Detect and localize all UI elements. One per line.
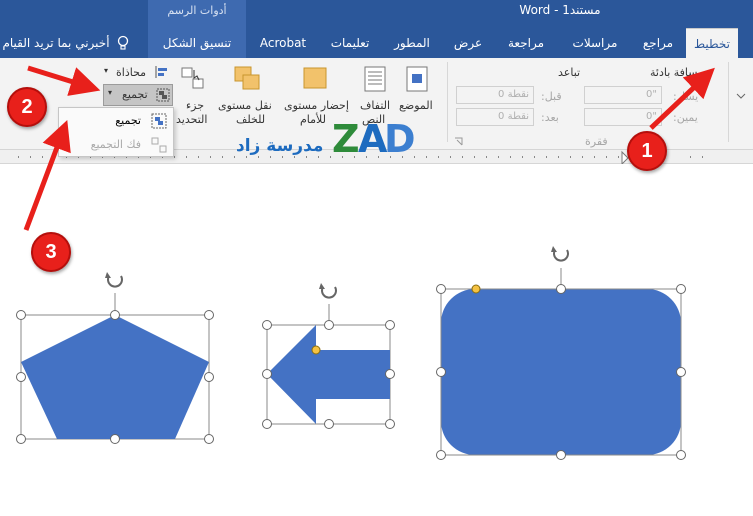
selection-pane-icon — [181, 67, 204, 89]
position-icon — [406, 66, 428, 92]
menu-item-ungroup-label: فك التجميع — [90, 138, 141, 151]
tab-mailings[interactable]: مراسلات — [563, 28, 627, 58]
callout-badge-2: 2 — [7, 87, 47, 127]
document-title: مستند1 - Word — [519, 3, 601, 17]
dialog-launcher-icon[interactable] — [454, 137, 463, 146]
menu-item-ungroup[interactable]: فك التجميع — [59, 134, 173, 156]
tab-view[interactable]: عرض — [450, 28, 486, 58]
svg-text:D: D — [384, 117, 414, 158]
bring-forward-line2: للأمام — [300, 113, 326, 126]
ungroup-icon — [151, 137, 167, 153]
title-bar — [0, 0, 753, 28]
bring-forward-button[interactable]: إحضار مستوى — [284, 99, 349, 112]
menu-item-group-label: تجميع — [115, 114, 141, 127]
svg-text:Z: Z — [332, 117, 360, 158]
paragraph-group-label: فقرة — [585, 135, 608, 148]
group-dropdown-arrow: ▾ — [108, 88, 113, 97]
ribbon-scroll-icon[interactable] — [735, 92, 747, 102]
tab-developer[interactable]: المطور — [386, 28, 438, 58]
send-backward-line2: للخلف — [236, 113, 266, 126]
wrap-text-button[interactable]: التفاف — [360, 99, 390, 112]
indent-right-label: يمين: — [673, 111, 698, 124]
contextual-group-label: أدوات الرسم — [167, 4, 227, 17]
arrow-adjust-handle[interactable] — [311, 345, 321, 355]
tab-references[interactable]: مراجع — [637, 28, 679, 58]
group-button[interactable]: تجميع ▾ — [103, 84, 173, 106]
lightbulb-icon — [117, 35, 129, 50]
spacing-after-label: بعد: — [541, 111, 559, 124]
callout-badge-3: 3 — [31, 232, 71, 272]
group-dropdown-menu: تجميع فك التجميع — [58, 107, 174, 157]
group-icon — [156, 88, 170, 102]
spacing-before-label: قبل: — [541, 90, 562, 103]
bring-forward-icon — [303, 67, 327, 89]
tab-acrobat[interactable]: Acrobat — [252, 28, 314, 58]
zad-logo-icon: Z A D — [332, 117, 414, 158]
align-button[interactable]: محاذاة — [116, 66, 146, 79]
rounded-rectangle-shape[interactable] — [440, 268, 682, 456]
align-icon — [155, 66, 167, 78]
group-label: تجميع — [122, 88, 148, 101]
rectangle-adjust-handle[interactable] — [471, 284, 481, 294]
tab-help[interactable]: تعليمات — [324, 28, 376, 58]
menu-item-group[interactable]: تجميع — [59, 110, 173, 132]
send-backward-button[interactable]: نقل مستوى — [218, 99, 272, 112]
spacing-after-spinner[interactable]: 0 نقطة — [456, 108, 534, 126]
indent-label: مسافة بادئة — [650, 66, 704, 79]
callout-badge-1: 1 — [627, 131, 667, 171]
wrap-text-icon — [364, 66, 386, 92]
group-divider — [447, 62, 448, 142]
tell-me-search[interactable]: أخبرني بما تريد القيام — [0, 28, 112, 58]
group-objects-icon — [151, 113, 167, 129]
tab-shape-format[interactable]: تنسيق الشكل — [148, 28, 246, 58]
tab-layout[interactable]: تخطيط — [686, 28, 738, 58]
align-dropdown-arrow[interactable]: ▾ — [104, 66, 108, 75]
indent-right-spinner[interactable]: 0" — [584, 108, 662, 126]
send-backward-icon — [234, 66, 260, 90]
position-button[interactable]: الموضع — [399, 99, 433, 112]
selection-pane-button[interactable]: جزء — [186, 99, 204, 112]
spacing-before-spinner[interactable]: 0 نقطة — [456, 86, 534, 104]
spacing-label: تباعد — [558, 66, 581, 79]
group-divider — [728, 62, 729, 142]
tab-review[interactable]: مراجعة — [500, 28, 552, 58]
indent-left-spinner[interactable]: 0" — [584, 86, 662, 104]
selection-pane-line2: التحديد — [176, 113, 208, 126]
watermark-text: مدرسة زاد — [236, 136, 324, 156]
